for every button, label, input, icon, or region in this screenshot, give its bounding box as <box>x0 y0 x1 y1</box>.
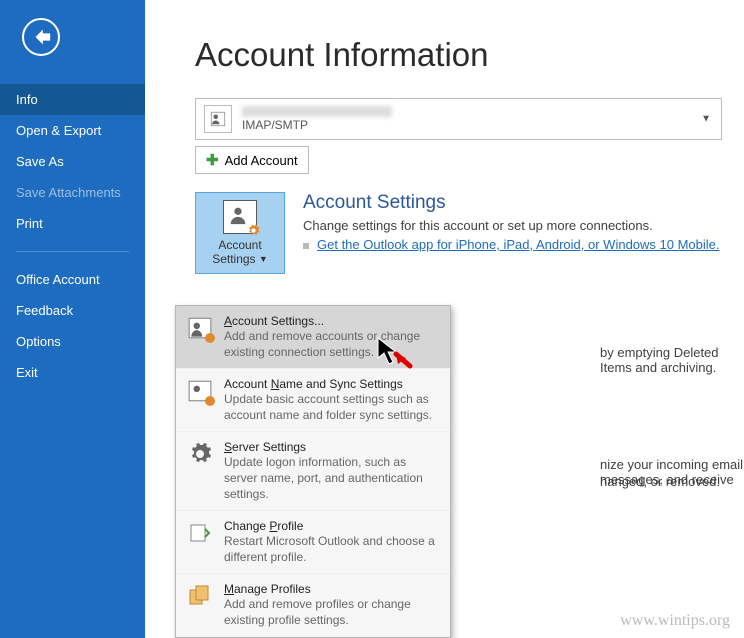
account-settings-dropdown: Account Settings... Add and remove accou… <box>175 305 451 638</box>
account-settings-icon <box>223 200 257 234</box>
back-arrow-icon <box>30 26 52 48</box>
sidebar-item-save-attachments: Save Attachments <box>0 177 145 208</box>
menu-item-account-settings[interactable]: Account Settings... Add and remove accou… <box>176 306 450 369</box>
account-settings-button[interactable]: Account Settings ▼ <box>195 192 285 274</box>
account-icon <box>204 105 232 133</box>
add-account-label: Add Account <box>225 153 298 168</box>
manage-profiles-icon <box>186 582 214 610</box>
menu-item-manage-profiles[interactable]: Manage Profiles Add and remove profiles … <box>176 574 450 636</box>
account-settings-desc: Change settings for this account or set … <box>303 218 722 233</box>
change-profile-icon <box>186 519 214 547</box>
sidebar-item-save-as[interactable]: Save As <box>0 146 145 177</box>
sidebar-item-feedback[interactable]: Feedback <box>0 295 145 326</box>
sidebar-divider <box>16 251 129 252</box>
menu-item-change-profile[interactable]: Change Profile Restart Microsoft Outlook… <box>176 511 450 574</box>
sidebar-item-exit[interactable]: Exit <box>0 357 145 388</box>
sidebar-item-print[interactable]: Print <box>0 208 145 239</box>
backstage-sidebar: Info Open & Export Save As Save Attachme… <box>0 0 145 638</box>
chevron-down-icon: ▼ <box>701 114 711 125</box>
bullet-icon <box>303 243 309 249</box>
rules-alerts-partial-text-2: hanged, or removed. <box>600 474 720 489</box>
chevron-down-icon: ▼ <box>259 254 268 264</box>
sidebar-item-options[interactable]: Options <box>0 326 145 357</box>
add-account-button[interactable]: ✚ Add Account <box>195 146 309 174</box>
sidebar-item-office-account[interactable]: Office Account <box>0 264 145 295</box>
get-outlook-app-link[interactable]: Get the Outlook app for iPhone, iPad, An… <box>317 237 720 252</box>
account-protocol: IMAP/SMTP <box>242 118 392 132</box>
sidebar-item-info[interactable]: Info <box>0 84 145 115</box>
account-settings-icon <box>186 314 214 342</box>
menu-item-account-name-sync[interactable]: Account Name and Sync Settings Update ba… <box>176 369 450 432</box>
gear-icon <box>186 440 214 468</box>
plus-icon: ✚ <box>206 151 219 169</box>
account-sync-icon <box>186 377 214 405</box>
watermark: www.wintips.org <box>620 612 730 630</box>
mailbox-settings-partial-text: by emptying Deleted Items and archiving. <box>600 345 744 375</box>
page-title: Account Information <box>195 36 722 74</box>
account-settings-btn-line1: Account <box>218 238 261 252</box>
gear-icon <box>247 224 260 237</box>
account-settings-heading: Account Settings <box>303 192 722 214</box>
account-selector[interactable]: IMAP/SMTP ▼ <box>195 98 722 140</box>
account-email-redacted <box>242 106 392 117</box>
sidebar-item-open-export[interactable]: Open & Export <box>0 115 145 146</box>
menu-item-server-settings[interactable]: Server Settings Update logon information… <box>176 432 450 511</box>
back-button[interactable] <box>22 18 60 56</box>
